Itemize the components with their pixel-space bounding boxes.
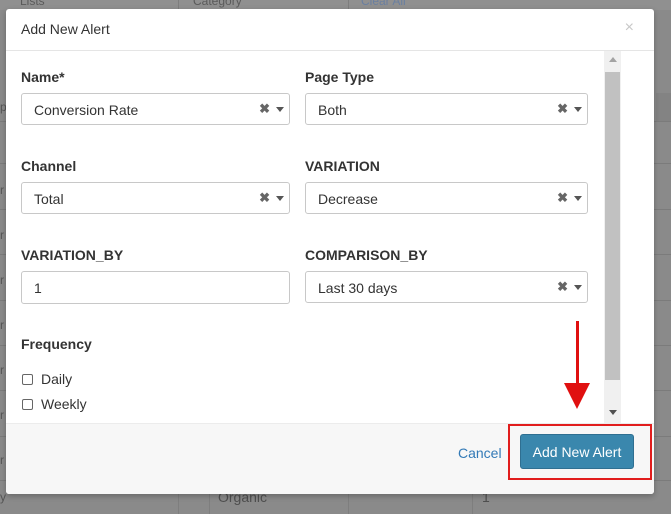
page-type-select-value: Both bbox=[318, 102, 347, 118]
scroll-up-icon[interactable] bbox=[609, 57, 617, 62]
background-cell-fragment: r bbox=[0, 183, 4, 197]
channel-select[interactable]: Total ✖ bbox=[21, 182, 290, 214]
variation-select-value: Decrease bbox=[318, 191, 378, 207]
annotation-arrow-icon bbox=[564, 383, 590, 409]
page-type-select[interactable]: Both ✖ bbox=[305, 93, 588, 125]
clear-icon[interactable]: ✖ bbox=[259, 101, 270, 117]
frequency-weekly-option[interactable]: Weekly bbox=[22, 394, 87, 414]
modal-footer: Cancel Add New Alert bbox=[6, 423, 654, 494]
background-cell-fragment: r bbox=[0, 363, 4, 377]
background-cell-fragment: r bbox=[0, 453, 4, 467]
chevron-down-icon[interactable] bbox=[574, 107, 582, 112]
name-label: Name* bbox=[21, 69, 65, 85]
clear-icon[interactable]: ✖ bbox=[557, 101, 568, 117]
background-cell-fragment: r bbox=[0, 408, 4, 422]
chevron-down-icon[interactable] bbox=[276, 196, 284, 201]
close-icon[interactable]: × bbox=[625, 19, 634, 37]
background-header-lists: Lists bbox=[20, 0, 45, 8]
comparison-by-select-value: Last 30 days bbox=[318, 280, 398, 296]
variation-by-input[interactable] bbox=[21, 271, 290, 304]
add-new-alert-button[interactable]: Add New Alert bbox=[520, 434, 634, 469]
comparison-by-label: COMPARISON_BY bbox=[305, 247, 428, 263]
name-select[interactable]: Conversion Rate ✖ bbox=[21, 93, 290, 125]
name-select-value: Conversion Rate bbox=[34, 102, 139, 118]
background-cell-fragment: r bbox=[0, 273, 4, 287]
channel-label: Channel bbox=[21, 158, 77, 174]
chevron-down-icon[interactable] bbox=[574, 285, 582, 290]
page-type-label: Page Type bbox=[305, 69, 374, 85]
chevron-down-icon[interactable] bbox=[276, 107, 284, 112]
scroll-thumb[interactable] bbox=[605, 72, 620, 380]
clear-icon[interactable]: ✖ bbox=[557, 190, 568, 206]
variation-select[interactable]: Decrease ✖ bbox=[305, 182, 588, 214]
comparison-by-select[interactable]: Last 30 days ✖ bbox=[305, 271, 588, 303]
modal-body: Name* Conversion Rate ✖ Page Type Both ✖… bbox=[6, 51, 604, 423]
channel-select-value: Total bbox=[34, 191, 64, 207]
weekly-checkbox[interactable] bbox=[22, 398, 33, 410]
frequency-label: Frequency bbox=[21, 336, 92, 352]
variation-by-label: VARIATION_BY bbox=[21, 247, 124, 263]
add-alert-modal: Add New Alert × Name* Conversion Rate ✖ … bbox=[6, 9, 654, 494]
daily-label[interactable]: Daily bbox=[41, 371, 72, 387]
background-cell-fragment: r bbox=[0, 228, 4, 242]
chevron-down-icon[interactable] bbox=[574, 196, 582, 201]
modal-scrollbar[interactable] bbox=[604, 51, 621, 423]
frequency-daily-option[interactable]: Daily bbox=[22, 369, 72, 389]
modal-title: Add New Alert bbox=[21, 21, 110, 37]
background-header-clear-all: Clear All bbox=[361, 0, 406, 8]
background-table-header bbox=[656, 93, 671, 121]
cancel-button[interactable]: Cancel bbox=[458, 445, 502, 461]
scroll-down-icon[interactable] bbox=[609, 410, 617, 415]
weekly-label[interactable]: Weekly bbox=[41, 396, 87, 412]
clear-icon[interactable]: ✖ bbox=[557, 279, 568, 295]
modal-header: Add New Alert × bbox=[6, 9, 654, 51]
daily-checkbox[interactable] bbox=[22, 373, 33, 385]
background-cell-fragment: r bbox=[0, 318, 4, 332]
clear-icon[interactable]: ✖ bbox=[259, 190, 270, 206]
variation-label: VARIATION bbox=[305, 158, 380, 174]
background-header-category: Category bbox=[193, 0, 242, 8]
annotation-arrow-shaft bbox=[576, 321, 579, 387]
